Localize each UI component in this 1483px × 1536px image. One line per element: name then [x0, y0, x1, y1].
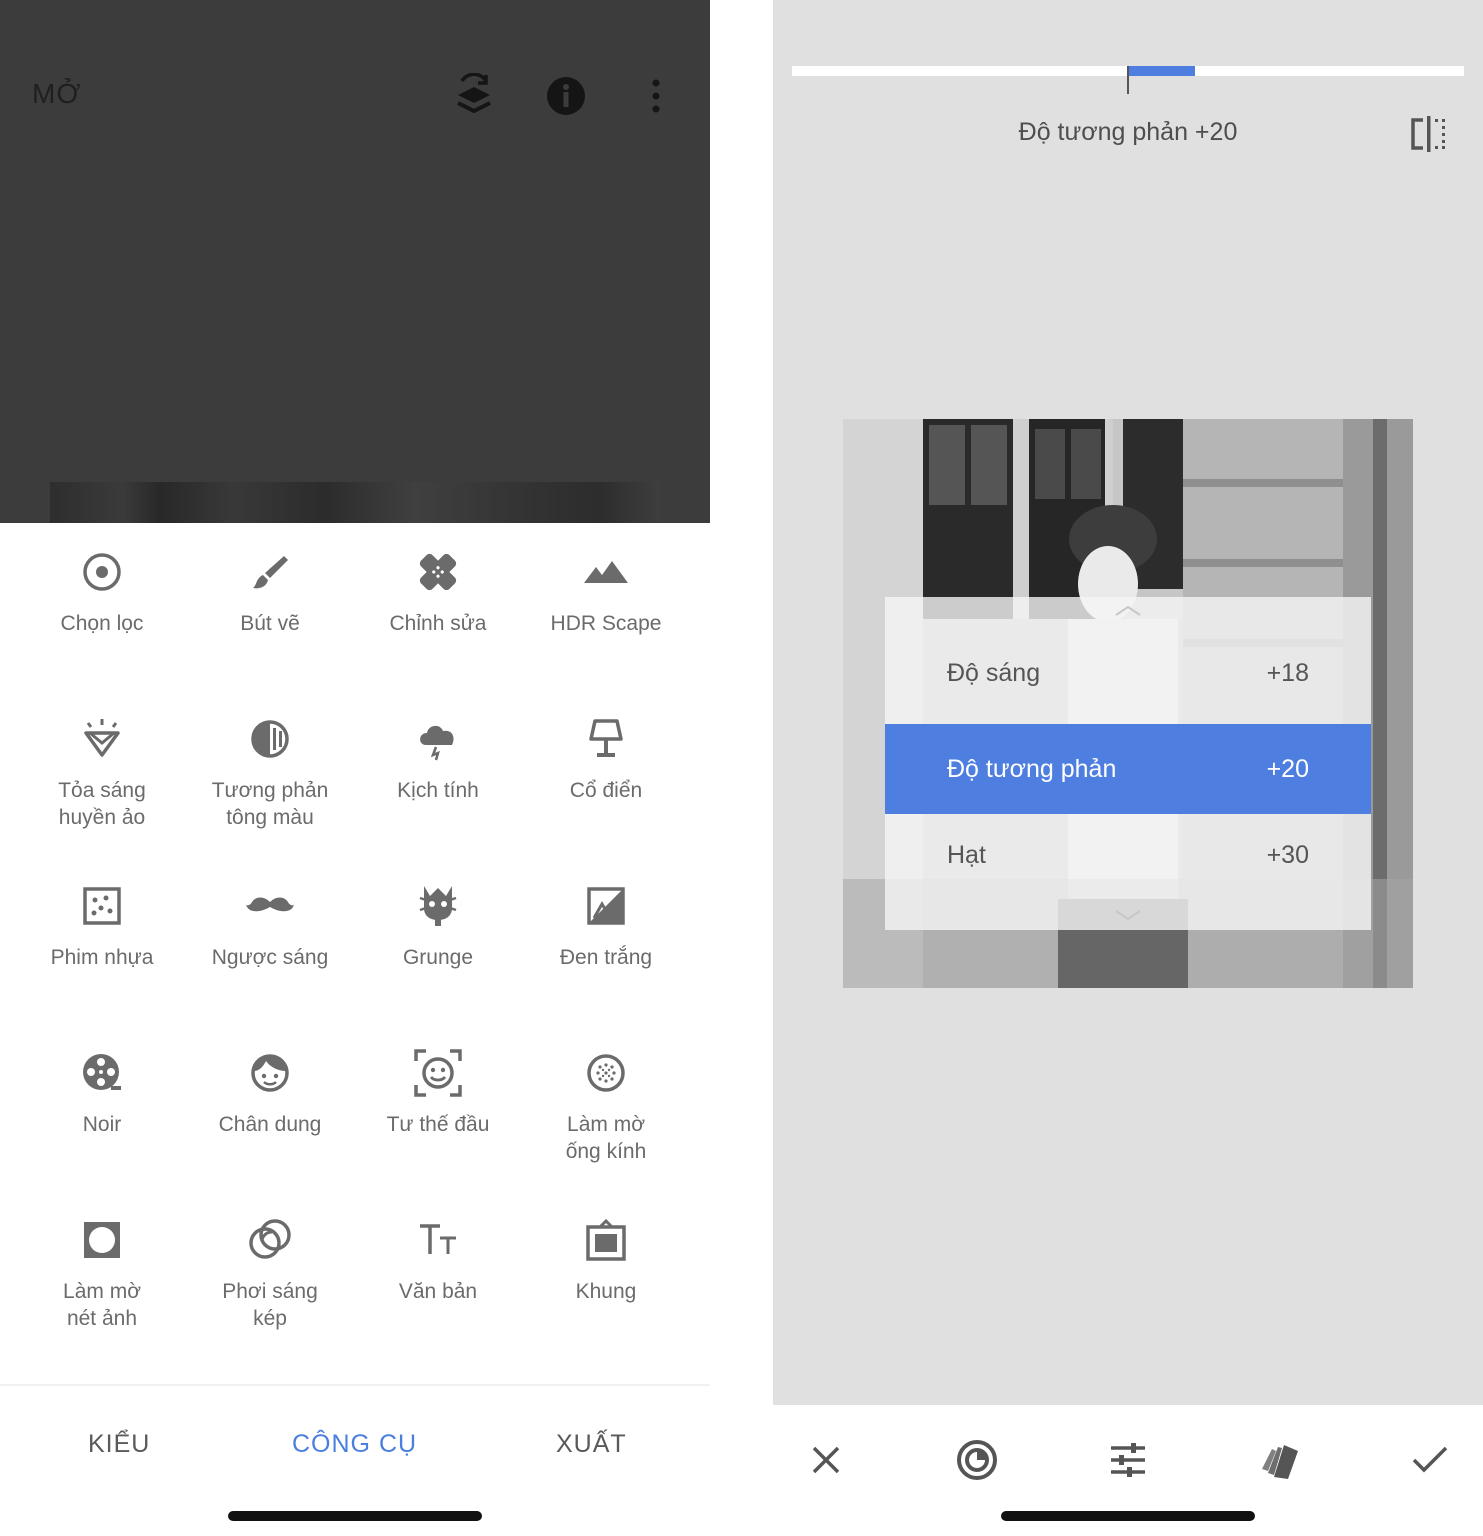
lens-blur-icon [582, 1049, 630, 1097]
parameter-menu: Độ sáng +18 Độ tương phản +20 Hạt +30 [885, 597, 1371, 930]
grainy-film-icon [78, 882, 126, 930]
tab-export[interactable]: XUẤT [556, 1430, 627, 1459]
style-cards-icon[interactable] [1254, 1435, 1304, 1485]
tool-selective[interactable]: Chọn lọc [18, 548, 186, 637]
tool-frame[interactable]: Khung [522, 1216, 690, 1305]
drama-cloud-icon [414, 715, 462, 763]
menu-item-grain[interactable]: Hạt +30 [885, 810, 1371, 900]
dimmed-image-area: MỞ [0, 0, 710, 523]
parameter-title: Độ tương phản +20 [1018, 118, 1238, 146]
hdr-mountains-icon [582, 548, 630, 596]
home-indicator[interactable] [228, 1511, 482, 1521]
chevron-down-icon[interactable] [1114, 909, 1142, 921]
portrait-face-icon [246, 1049, 294, 1097]
tool-grunge[interactable]: Grunge [354, 882, 522, 971]
tool-head-pose[interactable]: Tư thế đầu [354, 1049, 522, 1138]
tool-lens-blur[interactable]: Làm mờ ống kính [522, 1049, 690, 1165]
vintage-lamp-icon [582, 715, 630, 763]
compare-icon[interactable] [1409, 114, 1449, 154]
tool-retrolux[interactable]: Ngược sáng [186, 882, 354, 971]
adjust-sliders-icon[interactable] [1103, 1435, 1153, 1485]
head-pose-icon [414, 1049, 462, 1097]
menu-item-contrast[interactable]: Độ tương phản +20 [885, 724, 1371, 814]
stylize-icon[interactable] [952, 1435, 1002, 1485]
tool-vignette[interactable]: Làm mờ nét ảnh [18, 1216, 186, 1332]
noir-reel-icon [78, 1049, 126, 1097]
grunge-icon [414, 882, 462, 930]
text-icon [414, 1216, 462, 1264]
vignette-icon [78, 1216, 126, 1264]
tool-hdr-scape[interactable]: HDR Scape [522, 548, 690, 637]
retrolux-mustache-icon [246, 882, 294, 930]
home-indicator[interactable] [1001, 1511, 1255, 1521]
tune-image-screen: Độ tương phản +20 Độ sáng +18 Độ tương p… [773, 0, 1483, 1536]
tab-looks[interactable]: KIỂU [88, 1430, 150, 1459]
tool-double-exposure[interactable]: Phơi sáng kép [186, 1216, 354, 1332]
check-icon[interactable] [1405, 1435, 1455, 1485]
tool-healing[interactable]: Chỉnh sửa [354, 548, 522, 637]
layers-undo-icon[interactable] [452, 72, 496, 120]
tool-noir[interactable]: Noir [18, 1049, 186, 1138]
glamour-glow-icon [78, 715, 126, 763]
tool-drama[interactable]: Kịch tính [354, 715, 522, 804]
tool-black-white[interactable]: Đen trắng [522, 882, 690, 971]
chevron-up-icon[interactable] [1114, 605, 1142, 617]
tool-portrait[interactable]: Chân dung [186, 1049, 354, 1138]
tool-grainy-film[interactable]: Phim nhựa [18, 882, 186, 971]
slider-fill [1128, 66, 1196, 76]
tool-brush[interactable]: Bút vẽ [186, 548, 354, 637]
brush-icon [246, 548, 294, 596]
tool-text[interactable]: Văn bản [354, 1216, 522, 1305]
tool-tonal-contrast[interactable]: Tương phản tông màu [186, 715, 354, 831]
close-icon[interactable] [801, 1435, 851, 1485]
tool-vintage[interactable]: Cổ điển [522, 715, 690, 804]
tab-divider [0, 1384, 710, 1386]
black-white-icon [582, 882, 630, 930]
double-exposure-icon [246, 1216, 294, 1264]
slider-center-mark [1127, 66, 1129, 94]
frame-icon [582, 1216, 630, 1264]
tools-screen: MỞ Chọn lọc Bút vẽ Chỉnh sửa HDR Scape T… [0, 0, 710, 1536]
healing-icon [414, 548, 462, 596]
open-button[interactable]: MỞ [32, 78, 81, 110]
more-options-icon[interactable] [634, 72, 678, 120]
info-icon[interactable] [544, 72, 588, 120]
tab-tools[interactable]: CÔNG CỤ [292, 1430, 417, 1459]
selective-icon [78, 548, 126, 596]
menu-item-brightness[interactable]: Độ sáng +18 [885, 628, 1371, 718]
tonal-contrast-icon [246, 715, 294, 763]
photo-preview-edge [50, 482, 660, 523]
tool-glamour-glow[interactable]: Tỏa sáng huyền ảo [18, 715, 186, 831]
